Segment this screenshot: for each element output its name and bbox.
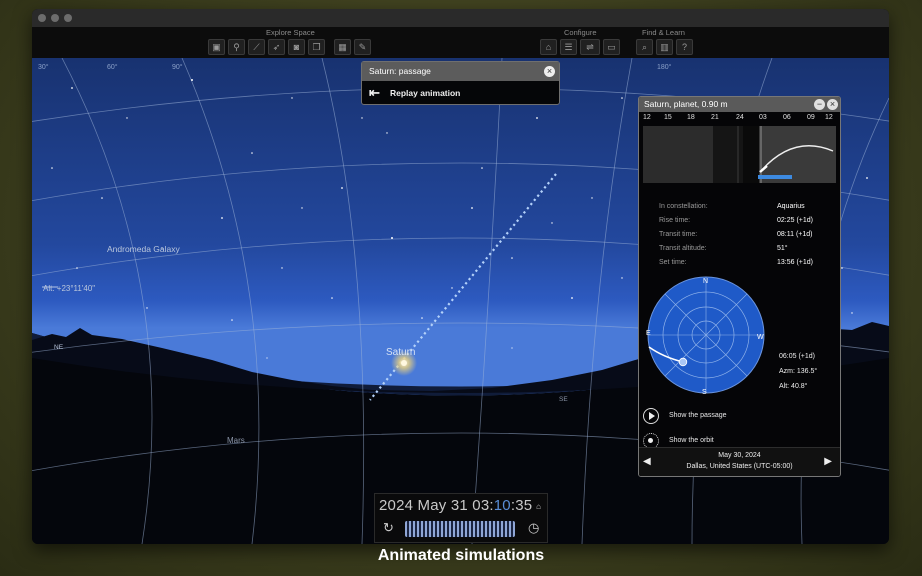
show-passage-label: Show the passage [668,412,727,419]
replay-icon: ⇤ [369,85,380,100]
camera-icon[interactable]: ◙ [288,39,305,55]
compass-east: E [646,330,651,337]
hour-label: 12 [643,114,651,121]
northeast-label: NE [54,344,64,351]
grid-label: 180° [657,64,672,71]
compass-west: W [757,334,764,341]
passage-panel-title: Saturn: passage [369,66,431,76]
display-icon[interactable]: ▭ [603,39,620,55]
visibility-timeline[interactable] [643,126,836,183]
datetime-minutes[interactable]: 10 [494,497,511,514]
date-location-bar: ◀ May 30, 2024 Dallas, United States (UT… [639,447,840,476]
find-learn-label: Find & Learn [642,28,685,37]
show-passage-button[interactable]: Show the passage [643,407,727,425]
sliders-icon[interactable]: ☰ [560,39,577,55]
hour-label: 12 [825,114,833,121]
info-key: Rise time: [659,217,691,224]
andromeda-galaxy-label[interactable]: Andromeda Galaxy [107,244,180,254]
info-key: In constellation: [659,203,708,210]
time-speed-slider[interactable] [405,521,515,537]
book-icon[interactable]: ▥ [656,39,673,55]
southeast-label: SE [559,396,568,403]
info-key: Transit time: [659,231,698,238]
position-time: 06:05 (+1d) [779,353,815,360]
saturn-panel-header: Saturn, planet, 0.90 m − × [639,97,840,112]
saturn-info-panel: Saturn, planet, 0.90 m − × 12 15 18 21 2… [638,96,841,477]
show-orbit-label: Show the orbit [668,437,714,444]
hour-label: 03 [759,114,767,121]
hour-label: 18 [687,114,695,121]
info-value: 02:25 (+1d) [777,217,813,224]
info-value: Aquarius [777,203,805,210]
clock-history-icon[interactable]: ◷ [528,520,539,536]
sky-position-radar[interactable] [643,275,773,400]
compass-north: N [703,278,709,285]
zoom-window-button[interactable] [64,14,72,22]
close-icon[interactable]: × [544,66,555,77]
grid-label: 60° [107,64,118,71]
grid-label: 30° [38,64,49,71]
location-pin-icon[interactable]: ⚲ [228,39,245,55]
refresh-icon[interactable]: ↻ [383,520,394,536]
hour-label: 09 [807,114,815,121]
hour-scale: 12 15 18 21 24 03 06 09 12 [639,114,840,126]
minimize-icon[interactable]: − [814,99,825,110]
rocket-icon[interactable]: ➶ [268,39,285,55]
pencil-icon[interactable]: ✎ [354,39,371,55]
panel-date: May 30, 2024 [718,452,761,459]
help-icon[interactable]: ? [676,39,693,55]
search-icon[interactable]: ⌕ [636,39,653,55]
play-icon [643,408,659,424]
close-icon[interactable]: × [827,99,838,110]
telescope-icon[interactable]: ⟋ [248,39,265,55]
next-date-arrow-icon[interactable]: ▶ [824,456,832,467]
info-value: 08:11 (+1d) [777,231,813,238]
hour-label: 24 [736,114,744,121]
title-bar [32,9,889,27]
configure-label: Configure [564,28,597,37]
saturn-label[interactable]: Saturn [386,347,415,358]
replay-animation-button[interactable]: ⇤ Replay animation [362,81,559,105]
calendar-icon[interactable]: ▦ [334,39,351,55]
visibility-chart [643,126,836,183]
info-key: Set time: [659,259,687,266]
caption: Animated simulations [377,547,545,564]
passage-panel: Saturn: passage × ⇤ Replay animation [361,61,560,105]
hour-label: 06 [783,114,791,121]
hour-label: 15 [664,114,672,121]
datetime-seconds: :35 [510,497,533,514]
settings-sliders-icon[interactable]: ⇌ [580,39,600,55]
app-window: Explore Space Configure Find & Learn ▣ ⚲… [32,9,889,544]
grid-label: 90° [172,64,183,71]
altitude-readout: Alt: 40.8° [779,383,808,390]
info-key: Transit altitude: [659,245,707,252]
home-icon[interactable]: ⌂ [540,39,557,55]
altitude-readout: Alt: +23°11'40" [43,284,96,293]
explore-space-label: Explore Space [266,28,315,37]
passage-panel-header: Saturn: passage × [362,62,559,81]
home-time-icon[interactable]: ⌂ [536,502,541,511]
azimuth-readout: Azm: 136.5° [779,368,818,375]
toolbar: Explore Space Configure Find & Learn ▣ ⚲… [32,27,889,59]
compass-south: S [702,389,707,396]
time-control: 2024 May 31 03:10:35 ⌂ ↻ ◷ [374,493,548,543]
saturn-panel-title: Saturn, planet, 0.90 m [644,99,728,109]
mars-label[interactable]: Mars [227,436,245,445]
datetime-prefix: 2024 May 31 03: [379,497,494,514]
current-datetime[interactable]: 2024 May 31 03:10:35 [379,497,532,514]
bookmark-icon[interactable]: ❒ [308,39,325,55]
info-value: 13:56 (+1d) [777,259,813,266]
panel-location: Dallas, United States (UTC-05:00) [686,463,793,470]
info-value: 51° [777,245,788,252]
view-icon[interactable]: ▣ [208,39,225,55]
replay-animation-label: Replay animation [390,88,461,98]
close-window-button[interactable] [38,14,46,22]
minimize-window-button[interactable] [51,14,59,22]
hour-label: 21 [711,114,719,121]
